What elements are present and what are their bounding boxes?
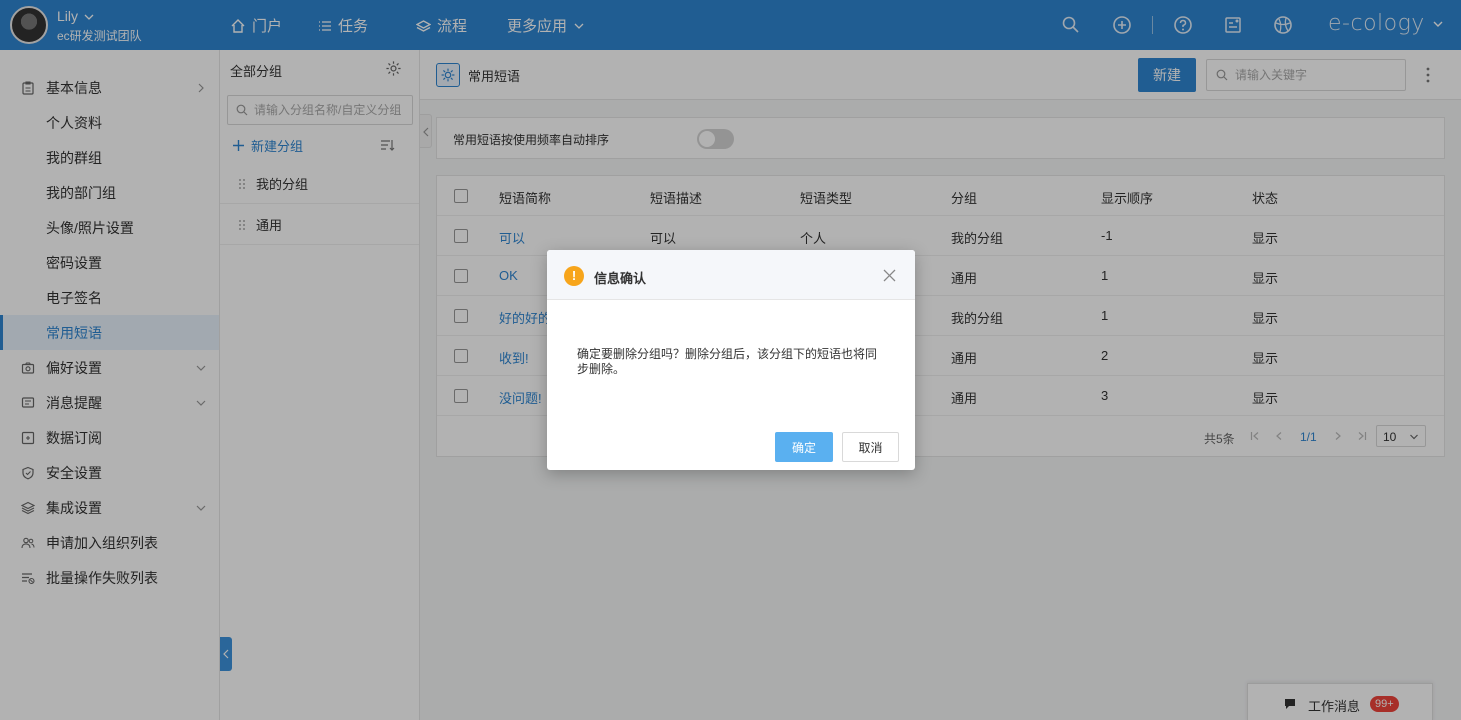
dialog-message: 确定要删除分组吗？删除分组后，该分组下的短语也将同步删除。 — [577, 347, 878, 376]
dialog-title: 信息确认 — [594, 271, 647, 286]
dialog-header: ! 信息确认 — [547, 250, 915, 300]
confirm-dialog: ! 信息确认 确定要删除分组吗？删除分组后，该分组下的短语也将同步删除。 确定 … — [547, 250, 915, 470]
warning-icon: ! — [564, 266, 584, 286]
close-icon[interactable] — [883, 269, 896, 282]
confirm-button[interactable]: 确定 — [775, 432, 833, 462]
cancel-button[interactable]: 取消 — [842, 432, 899, 462]
